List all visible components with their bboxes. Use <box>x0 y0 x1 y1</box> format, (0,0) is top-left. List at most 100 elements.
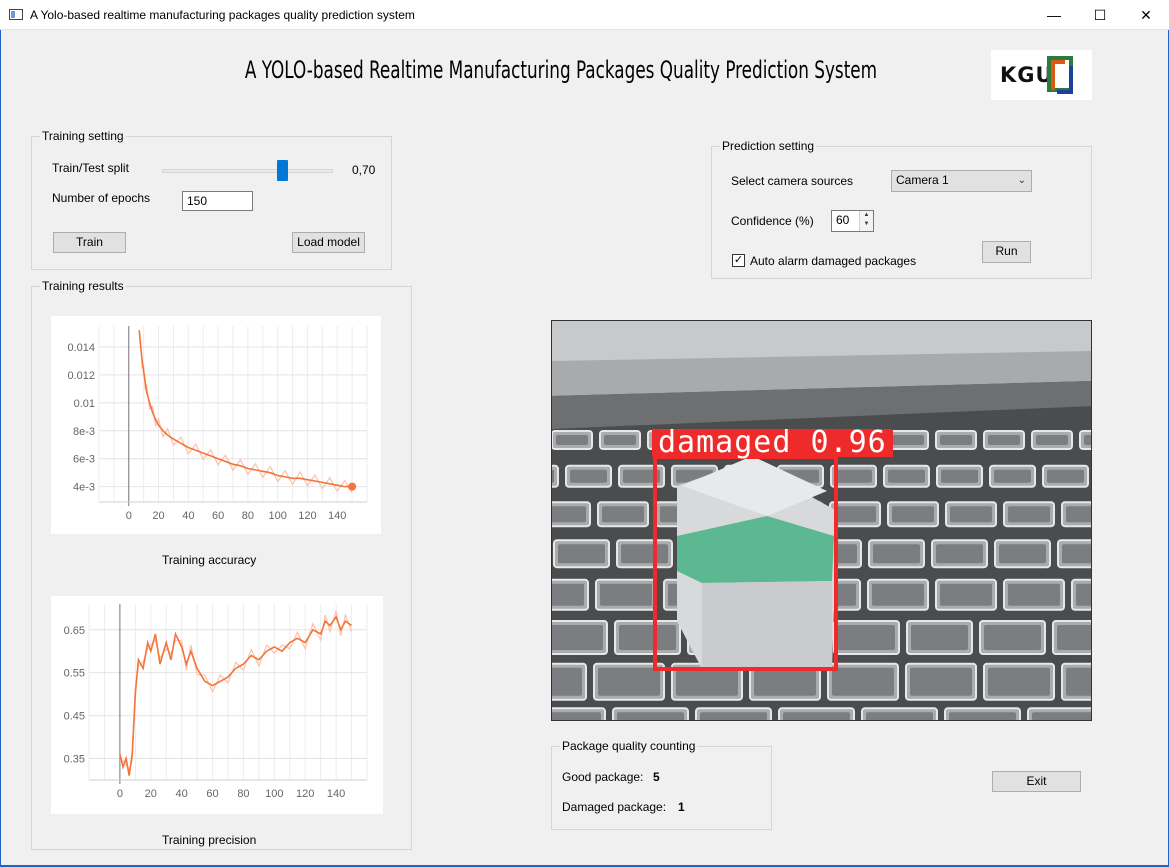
y-tick-label: 8e-3 <box>73 426 95 438</box>
training-results-label: Training results <box>40 279 126 293</box>
package-counting-label: Package quality counting <box>560 739 698 753</box>
good-package-label: Good package: <box>562 770 644 784</box>
logo-text: KGU <box>1000 63 1054 87</box>
conveyor-tile-inner <box>1008 583 1060 606</box>
x-tick-label: 140 <box>327 788 345 800</box>
conveyor-tile-inner <box>1076 583 1091 606</box>
x-tick-label: 100 <box>268 510 286 522</box>
x-tick-label: 0 <box>117 788 123 800</box>
y-tick-label: 4e-3 <box>73 482 95 494</box>
prediction-setting-label: Prediction setting <box>720 139 817 153</box>
conveyor-tile-inner <box>552 667 582 696</box>
conveyor-tile-inner <box>552 469 554 483</box>
maximize-button[interactable]: ☐ <box>1077 0 1123 30</box>
conveyor-tile-inner <box>911 625 968 650</box>
chevron-down-icon: ⌄ <box>1017 175 1026 186</box>
camera-view: damaged 0.96 <box>551 320 1092 721</box>
camera-source-value: Camera 1 <box>896 173 949 187</box>
y-tick-label: 0.55 <box>64 668 85 680</box>
training-accuracy-caption: Training accuracy <box>162 553 257 567</box>
conveyor-tile-inner <box>872 583 924 606</box>
epochs-input[interactable]: 150 <box>182 191 253 211</box>
package-counting-group: Package quality counting Good package: 5… <box>551 739 772 830</box>
conveyor-tile-inner <box>558 544 605 564</box>
auto-alarm-checkbox[interactable]: ✓ <box>732 254 745 267</box>
train-test-split-label: Train/Test split <box>52 161 129 175</box>
detection-box <box>653 455 838 671</box>
conveyor-tile-inner <box>940 435 972 445</box>
training-precision-chart: 0.35 0.45 0.55 0.65 0 20 40 60 80 100 120 140 <box>51 596 383 814</box>
training-precision-plot: 0.35 0.45 0.55 0.65 0 20 40 60 80 100 120 140 <box>64 604 368 800</box>
conveyor-tile-inner <box>1057 625 1091 650</box>
y-tick-label: 0.014 <box>67 342 95 354</box>
kgu-logo: KGU <box>991 50 1092 100</box>
conveyor-tile-inner <box>888 469 925 483</box>
conveyor-tile-inner <box>866 712 933 720</box>
prediction-setting-group: Prediction setting Select camera sources… <box>711 139 1092 279</box>
conveyor-tile-inner <box>988 667 1050 696</box>
close-button[interactable]: ✕ <box>1123 0 1169 30</box>
x-tick-label: 140 <box>328 510 346 522</box>
conveyor-tile-inner <box>988 435 1020 445</box>
run-button[interactable]: Run <box>982 241 1031 263</box>
conveyor-tile-inner <box>700 712 767 720</box>
x-tick-label: 120 <box>298 510 316 522</box>
x-tick-label: 40 <box>182 510 194 522</box>
conveyor-tile-inner <box>892 435 924 445</box>
exit-button[interactable]: Exit <box>992 771 1081 792</box>
conveyor-tile-inner <box>600 583 652 606</box>
conveyor-tile-inner <box>892 506 934 523</box>
conveyor-tile-inner <box>950 506 992 523</box>
conveyor-tile-inner <box>676 667 738 696</box>
conveyor-tile-inner <box>552 712 601 720</box>
conveyor-tile-inner <box>552 583 584 606</box>
y-tick-label: 6e-3 <box>73 454 95 466</box>
load-model-button[interactable]: Load model <box>292 232 365 253</box>
conveyor-tile-inner <box>910 667 972 696</box>
train-test-split-track[interactable] <box>162 169 333 173</box>
detection-label: damaged 0.96 <box>652 428 893 458</box>
train-test-split-slider[interactable] <box>276 160 288 181</box>
app-icon <box>9 9 23 20</box>
conveyor-tile-inner <box>999 544 1046 564</box>
conveyor-tile-inner <box>552 625 603 650</box>
y-tick-label: 0.012 <box>67 370 95 382</box>
train-button[interactable]: Train <box>53 232 126 253</box>
page-title: A YOLO-based Realtime Manufacturing Pack… <box>244 56 878 84</box>
damaged-package-label: Damaged package: <box>562 800 667 814</box>
x-tick-label: 60 <box>212 510 224 522</box>
training-setting-group: Training setting Train/Test split 0,70 N… <box>31 129 392 270</box>
conveyor-tile-inner <box>1032 712 1091 720</box>
training-setting-label: Training setting <box>40 129 126 143</box>
y-tick-label: 0.01 <box>74 398 95 410</box>
camera-source-select[interactable]: Camera 1 ⌄ <box>891 170 1032 192</box>
y-tick-label: 0.45 <box>64 711 85 723</box>
conveyor-tile-inner <box>552 506 586 523</box>
logo-mark-blue <box>1057 66 1073 94</box>
training-precision-caption: Training precision <box>162 833 257 847</box>
x-tick-label: 0 <box>126 510 132 522</box>
x-tick-label: 100 <box>265 788 283 800</box>
confidence-stepper[interactable]: 60 ▲ ▼ <box>831 210 874 232</box>
conveyor-tile-inner <box>604 435 636 445</box>
minimize-button[interactable]: — <box>1031 0 1077 30</box>
confidence-label: Confidence (%) <box>731 214 814 228</box>
train-test-split-value: 0,70 <box>352 163 376 177</box>
x-tick-label: 20 <box>152 510 164 522</box>
y-tick-label: 0.35 <box>64 754 85 766</box>
camera-source-label: Select camera sources <box>731 174 854 188</box>
window-title: A Yolo-based realtime manufacturing pack… <box>30 8 415 22</box>
conveyor-tile-inner <box>1066 506 1091 523</box>
conveyor-tile-inner <box>838 625 895 650</box>
conveyor-tile-inner <box>832 667 894 696</box>
x-tick-label: 60 <box>206 788 218 800</box>
window-titlebar: A Yolo-based realtime manufacturing pack… <box>0 0 1169 30</box>
conveyor-tile-inner <box>1084 435 1091 445</box>
stepper-arrows-icon[interactable]: ▲ ▼ <box>859 211 873 231</box>
conveyor-tile-inner <box>598 667 660 696</box>
conveyor-tile-inner <box>835 469 872 483</box>
series-end-marker <box>348 482 357 491</box>
series-raw-line <box>138 336 353 494</box>
confidence-value: 60 <box>836 213 850 227</box>
conveyor-tile-inner <box>994 469 1031 483</box>
